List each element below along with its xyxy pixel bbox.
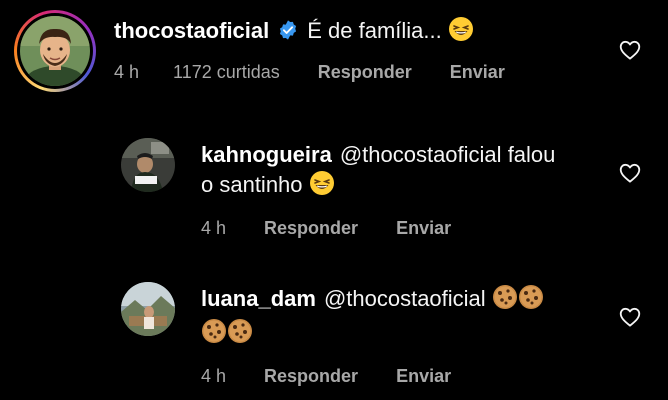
send-button[interactable]: Enviar <box>396 366 451 387</box>
avatar-story-ring[interactable] <box>14 10 96 92</box>
comment-username[interactable]: kahnogueira <box>201 142 332 167</box>
comment-text: falou <box>507 142 556 167</box>
grinning-squinting-face-icon <box>448 16 474 50</box>
mention-link[interactable]: @thocostaoficial <box>340 142 502 167</box>
grinning-squinting-face-icon <box>309 170 335 204</box>
send-button[interactable]: Enviar <box>450 62 505 83</box>
comment-text: É de família... <box>307 18 442 43</box>
reply-button[interactable]: Responder <box>264 218 358 239</box>
comment-username[interactable]: luana_dam <box>201 286 316 311</box>
like-count[interactable]: 1172 curtidas <box>173 62 280 83</box>
comment-kahnogueira: kahnogueira @thocostaoficial falou o sant… <box>121 138 555 239</box>
comment-thocostaoficial: thocostaoficial É de família... 4 h 1172 … <box>14 10 543 92</box>
comment-time: 4 h <box>201 366 227 386</box>
reply-button[interactable]: Responder <box>264 366 358 387</box>
cookie-icon <box>492 284 518 318</box>
avatar-kahnogueira[interactable] <box>121 138 175 192</box>
reply-button[interactable]: Responder <box>318 62 412 83</box>
cookie-icon <box>201 318 227 352</box>
comment-time: 4 h <box>114 62 140 82</box>
send-button[interactable]: Enviar <box>396 218 451 239</box>
heart-outline-icon[interactable] <box>619 163 641 188</box>
comment-meta: 4 h Responder Enviar <box>201 218 555 239</box>
cookie-icon <box>227 318 253 352</box>
comment-time: 4 h <box>201 218 227 238</box>
comment-meta: 4 h Responder Enviar <box>201 366 544 387</box>
verified-badge-icon <box>277 19 299 49</box>
mention-link[interactable]: @thocostaoficial <box>324 286 486 311</box>
avatar-thocostaoficial[interactable] <box>20 16 90 86</box>
heart-outline-icon[interactable] <box>619 40 641 65</box>
comment-meta: 4 h 1172 curtidas Responder Enviar <box>114 62 543 83</box>
heart-outline-icon[interactable] <box>619 307 641 332</box>
cookie-icon <box>518 284 544 318</box>
comment-text-continued: o santinho <box>201 172 303 197</box>
comment-luana-dam: luana_dam @thocostaoficial 4 h Responder … <box>121 282 544 387</box>
comment-username[interactable]: thocostaoficial <box>114 18 269 43</box>
avatar-luana-dam[interactable] <box>121 282 175 336</box>
